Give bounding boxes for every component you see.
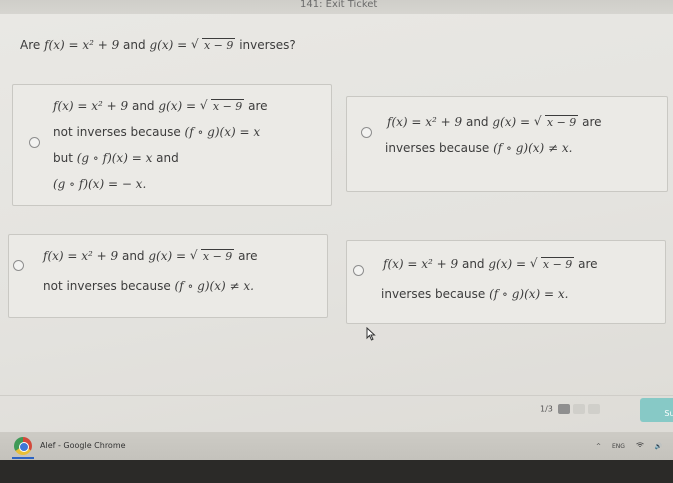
answer-choice-b[interactable]: f(x) = x² + 9 and g(x) = x − 9 are inver… (346, 96, 668, 192)
sound-icon[interactable]: 🔊 (655, 443, 662, 450)
answer-choice-a[interactable]: f(x) = x² + 9 and g(x) = x − 9 are not i… (12, 84, 332, 206)
screen-bezel (0, 460, 673, 483)
language-indicator[interactable]: ENG (612, 443, 625, 450)
system-tray: ^ ENG 🔊 (596, 442, 671, 450)
choice-a-line-4: (g ∘ f)(x) = − x. (53, 177, 147, 191)
choice-c-line-1: f(x) = x² + 9 and g(x) = x − 9 are (43, 248, 258, 263)
tray-caret-icon[interactable]: ^ (596, 443, 601, 450)
page-dot-1[interactable] (558, 404, 571, 414)
footer-divider (0, 395, 673, 396)
taskbar: Alef - Google Chrome ^ ENG 🔊 (0, 432, 673, 460)
answer-choice-d[interactable]: f(x) = x² + 9 and g(x) = x − 9 are inver… (346, 240, 666, 324)
taskbar-app-title[interactable]: Alef - Google Chrome (40, 441, 126, 450)
choice-b-line-2: inverses because (f ∘ g)(x) ≠ x. (385, 141, 573, 155)
top-bar: 141: Exit Ticket (0, 0, 673, 14)
radio-button-a[interactable] (29, 137, 40, 148)
choice-a-line-3: but (g ∘ f)(x) = x and (53, 151, 179, 165)
active-app-indicator (12, 457, 34, 459)
chrome-icon[interactable] (14, 437, 32, 455)
app-window: 141: Exit Ticket Are f(x) = x² + 9 and g… (0, 0, 673, 483)
page-indicator: 1/3 (540, 404, 601, 414)
wifi-icon[interactable] (636, 442, 646, 450)
question-area: Are f(x) = x² + 9 and g(x) = x − 9 inver… (0, 14, 673, 432)
choice-d-line-2: inverses because (f ∘ g)(x) = x. (381, 287, 569, 301)
choice-a-line-2: not inverses because (f ∘ g)(x) = x (53, 125, 261, 139)
radio-button-b[interactable] (361, 127, 372, 138)
choice-b-line-1: f(x) = x² + 9 and g(x) = x − 9 are (387, 114, 602, 129)
radio-button-c[interactable] (13, 260, 24, 271)
exit-ticket-label: 141: Exit Ticket (300, 0, 378, 10)
choice-d-line-1: f(x) = x² + 9 and g(x) = x − 9 are (383, 256, 598, 271)
answer-choice-c[interactable]: f(x) = x² + 9 and g(x) = x − 9 are not i… (8, 234, 328, 318)
mouse-cursor-icon (366, 327, 376, 341)
radio-button-d[interactable] (353, 265, 364, 276)
choice-a-line-1: f(x) = x² + 9 and g(x) = x − 9 are (53, 98, 268, 113)
submit-button[interactable]: Sub (640, 398, 673, 422)
sqrt-expression: x − 9 (191, 37, 236, 52)
page-dot-3[interactable] (588, 404, 601, 414)
page-dot-2[interactable] (573, 404, 586, 414)
choice-c-line-2: not inverses because (f ∘ g)(x) ≠ x. (43, 279, 254, 293)
question-text: Are f(x) = x² + 9 and g(x) = x − 9 inver… (20, 37, 296, 52)
